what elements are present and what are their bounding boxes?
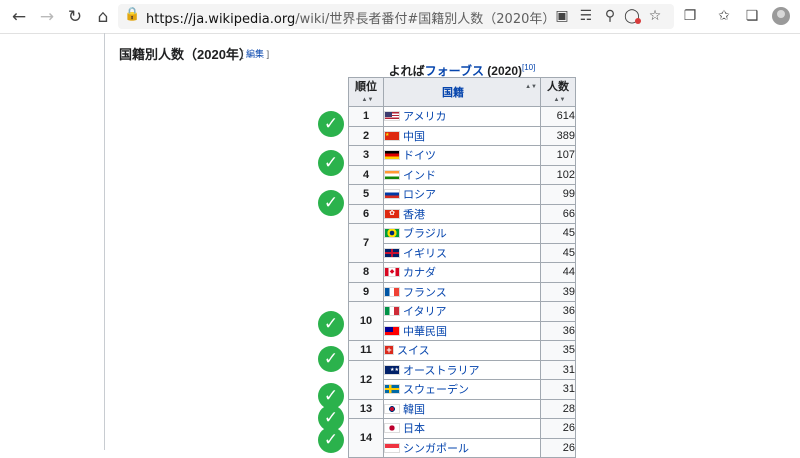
header-rank[interactable]: 順位▲▼ — [348, 77, 384, 107]
table-row: シンガポール 26 — [349, 437, 576, 458]
brazil-flag-icon — [384, 228, 400, 239]
table-row: 13 韓国 28 — [348, 398, 576, 419]
table-row: 6 ✿ 香港 66 — [348, 203, 576, 224]
back-arrow-icon[interactable]: ← — [8, 6, 30, 28]
italy-flag-icon — [384, 306, 400, 317]
alert-dot — [635, 18, 641, 24]
france-flag-icon — [384, 286, 400, 297]
section-title: 国籍別人数（2020年） — [119, 47, 252, 62]
zoom-icon[interactable]: ⚲ — [600, 6, 620, 26]
check-icon: ✓ — [318, 346, 344, 372]
check-icon: ✓ — [318, 427, 344, 453]
country-link[interactable]: ドイツ — [403, 150, 436, 162]
translate-icon[interactable]: ☴ — [576, 6, 596, 26]
country-link[interactable]: カナダ — [403, 267, 436, 279]
country-link[interactable]: 中国 — [403, 131, 425, 143]
country-link[interactable]: フランス — [403, 287, 447, 299]
table-row: 1 アメリカ 614 — [348, 106, 576, 127]
sort-icon[interactable]: ▲▼ — [525, 84, 537, 90]
table-row: 2 ★ 中国 389 — [348, 125, 576, 146]
germany-flag-icon — [384, 150, 400, 161]
nationality-table: 順位▲▼ 国籍 ▲▼ 人数▲▼ 1 アメリカ 614 2 ★ 中国 389 3 ドイ… — [348, 77, 576, 458]
table-row: 5 ロシア 99 — [348, 184, 576, 205]
profile-avatar[interactable] — [772, 7, 790, 25]
reference-link[interactable]: [10] — [522, 63, 535, 72]
table-row: 11 + スイス 35 — [348, 340, 576, 361]
japan-flag-icon — [384, 423, 400, 434]
table-row: スウェーデン 31 — [349, 379, 576, 400]
singapore-flag-icon — [384, 442, 400, 453]
header-count[interactable]: 人数▲▼ — [540, 77, 576, 107]
check-icon: ✓ — [318, 150, 344, 176]
country-link[interactable]: ブラジル — [403, 228, 447, 240]
sidebar-divider — [104, 33, 105, 450]
country-link[interactable]: イタリア — [403, 306, 447, 318]
country-link[interactable]: アメリカ — [403, 111, 446, 123]
sort-icon[interactable]: ▲▼ — [362, 97, 374, 103]
check-icon: ✓ — [318, 311, 344, 337]
australia-flag-icon: ★★ — [384, 364, 400, 375]
india-flag-icon — [384, 169, 400, 180]
url-text: https://ja.wikipedia.org/wiki/世界長者番付#国籍別… — [146, 12, 556, 27]
switzerland-flag-icon: + — [384, 345, 394, 356]
taiwan-flag-icon — [384, 325, 400, 336]
browser-toolbar: ← → ↻ ⌂ 🔒 https://ja.wikipedia.org/wiki/… — [0, 0, 800, 34]
table-row: 4 インド 102 — [348, 164, 576, 185]
reader-view-icon[interactable]: ▣ — [552, 6, 572, 26]
table-row: 9 フランス 39 — [348, 281, 576, 302]
table-row: 14 日本 26 — [348, 418, 576, 458]
lock-icon: 🔒 — [124, 7, 141, 22]
sweden-flag-icon — [384, 384, 400, 395]
table-row: 10 イタリア 36 — [348, 301, 576, 341]
favorite-star-icon[interactable]: ☆ — [645, 6, 665, 26]
table-row: イギリス 45 — [349, 242, 576, 263]
table-row: 12 ★★ オーストラリア 31 — [348, 359, 576, 400]
russia-flag-icon — [384, 189, 400, 200]
section-heading: 国籍別人数（2020年） [ 編集 ] — [119, 44, 269, 63]
header-country[interactable]: 国籍 ▲▼ — [383, 77, 541, 107]
country-link[interactable]: スイス — [397, 345, 430, 357]
refresh-icon[interactable]: ↻ — [64, 6, 86, 28]
china-flag-icon: ★ — [384, 130, 400, 141]
sort-icon[interactable]: ▲▼ — [554, 97, 566, 103]
hongkong-flag-icon: ✿ — [384, 208, 400, 219]
usa-flag-icon — [384, 111, 400, 122]
edit-section: [ 編集 ] — [241, 49, 270, 59]
country-link[interactable]: 中華民国 — [403, 326, 447, 338]
country-link[interactable]: シンガポール — [403, 443, 469, 455]
forbes-link[interactable]: フォーブス — [425, 64, 484, 78]
country-link[interactable]: オーストラリア — [403, 365, 479, 377]
country-link[interactable]: インド — [403, 170, 436, 182]
check-icon: ✓ — [318, 111, 344, 137]
check-icon: ✓ — [318, 190, 344, 216]
collections-icon[interactable]: ❏ — [742, 6, 762, 26]
country-link[interactable]: 韓国 — [403, 404, 425, 416]
table-row: 3 ドイツ 107 — [348, 145, 576, 166]
country-link[interactable]: 日本 — [403, 423, 425, 435]
country-link[interactable]: 香港 — [403, 209, 425, 221]
uk-flag-icon — [384, 247, 400, 258]
forward-arrow-icon[interactable]: → — [36, 6, 58, 28]
country-link[interactable]: スウェーデン — [403, 384, 469, 396]
edit-link[interactable]: 編集 — [246, 49, 264, 59]
canada-flag-icon: ◆ — [384, 267, 400, 278]
extensions-icon[interactable]: ❐ — [680, 6, 700, 26]
table-row: 8 ◆ カナダ 44 — [348, 262, 576, 283]
table-row: 中華民国 36 — [349, 320, 576, 341]
korea-flag-icon — [384, 403, 400, 414]
tracking-prevention-icon[interactable]: ◯ — [622, 6, 642, 26]
country-link[interactable]: イギリス — [403, 248, 447, 260]
home-icon[interactable]: ⌂ — [92, 6, 114, 28]
table-row: 7 ブラジル 45 — [348, 223, 576, 263]
country-link[interactable]: ロシア — [403, 189, 436, 201]
favorites-list-icon[interactable]: ✩ — [714, 6, 734, 26]
